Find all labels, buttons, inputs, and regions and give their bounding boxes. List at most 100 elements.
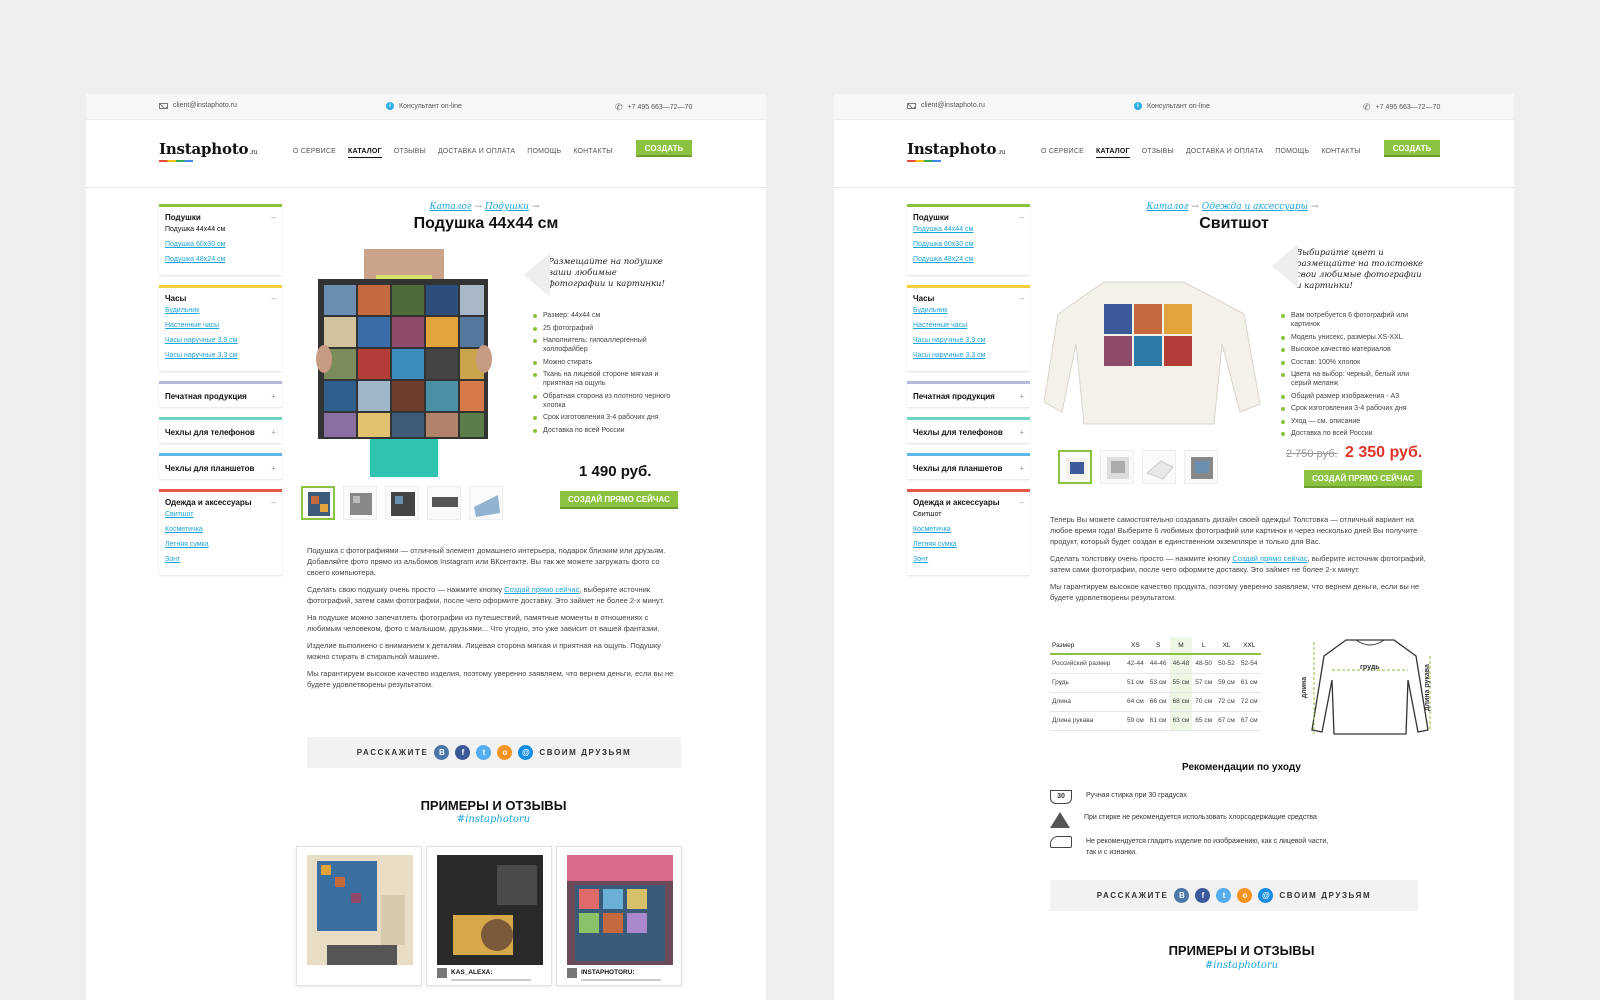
facebook-icon[interactable]: f bbox=[1195, 888, 1211, 903]
examples-hashtag[interactable]: #instaphotoru bbox=[1049, 960, 1434, 971]
sidebar-group-header[interactable]: Подушки – bbox=[913, 213, 1024, 222]
sidebar-item[interactable]: Свитшот bbox=[165, 511, 276, 518]
examples-hashtag[interactable]: #instaphotoru bbox=[301, 814, 686, 825]
create-now-button[interactable]: СОЗДАЙ ПРЯМО СЕЙЧАС bbox=[560, 491, 678, 509]
create-now-button[interactable]: СОЗДАЙ ПРЯМО СЕЙЧАС bbox=[1304, 470, 1422, 488]
collapse-icon[interactable]: – bbox=[272, 294, 276, 303]
expand-icon[interactable]: + bbox=[271, 392, 276, 401]
sidebar-item[interactable]: Зонт bbox=[913, 556, 1024, 563]
sidebar-item[interactable]: Летняя сумка bbox=[913, 541, 1024, 548]
nav-contacts[interactable]: КОНТАКТЫ bbox=[1321, 148, 1360, 158]
sidebar-item[interactable]: Косметичка bbox=[165, 526, 276, 533]
size-table-header[interactable]: L bbox=[1192, 637, 1216, 655]
sidebar-item[interactable]: Подушка 44x44 см bbox=[913, 226, 1024, 233]
nav-help[interactable]: ПОМОЩЬ bbox=[527, 148, 561, 158]
odnoklassniki-icon[interactable]: о bbox=[1237, 888, 1253, 903]
example-card[interactable] bbox=[296, 846, 422, 986]
email-link[interactable]: client@instaphoto.ru bbox=[907, 102, 985, 109]
sidebar-group-tablet-cases[interactable]: Чехлы для планшетов + bbox=[159, 453, 282, 479]
nav-catalog[interactable]: КАТАЛОГ bbox=[1096, 148, 1130, 158]
size-table-header[interactable]: M bbox=[1169, 637, 1193, 655]
sidebar-group-print[interactable]: Печатная продукция + bbox=[159, 381, 282, 407]
expand-icon[interactable]: + bbox=[1019, 464, 1024, 473]
nav-catalog[interactable]: КАТАЛОГ bbox=[348, 148, 382, 158]
example-card[interactable]: KAS_ALEXA: bbox=[426, 846, 552, 986]
logo[interactable]: Instaphoto.ru bbox=[907, 140, 1006, 162]
sidebar-item[interactable]: Настенные часы bbox=[913, 322, 1024, 329]
sidebar-item[interactable]: Подушка 48x24 см bbox=[165, 256, 276, 263]
thumbnail[interactable] bbox=[469, 486, 503, 520]
thumbnail[interactable] bbox=[427, 486, 461, 520]
review-author[interactable]: INSTAPHOTORU: bbox=[567, 968, 635, 978]
twitter-icon[interactable]: t bbox=[476, 745, 492, 760]
facebook-icon[interactable]: f bbox=[455, 745, 471, 760]
thumbnail[interactable] bbox=[385, 486, 419, 520]
nav-reviews[interactable]: ОТЗЫВЫ bbox=[394, 148, 426, 158]
sidebar-item[interactable]: Подушка 44x44 см bbox=[165, 226, 276, 233]
create-now-link[interactable]: Создай прямо сейчас bbox=[504, 585, 579, 594]
sidebar-item[interactable]: Свитшот bbox=[913, 511, 1024, 518]
example-card[interactable]: INSTAPHOTORU: bbox=[556, 846, 682, 986]
collapse-icon[interactable]: – bbox=[1020, 213, 1024, 222]
sidebar-item[interactable]: Подушка 60x30 см bbox=[165, 241, 276, 248]
collapse-icon[interactable]: – bbox=[1020, 294, 1024, 303]
sidebar-item[interactable]: Подушка 48x24 см bbox=[913, 256, 1024, 263]
odnoklassniki-icon[interactable]: о bbox=[497, 745, 513, 760]
sidebar-group-phone-cases[interactable]: Чехлы для телефонов + bbox=[159, 417, 282, 443]
nav-reviews[interactable]: ОТЗЫВЫ bbox=[1142, 148, 1174, 158]
breadcrumb-pillows[interactable]: Подушки bbox=[485, 202, 529, 212]
sidebar-group-header[interactable]: Одежда и аксессуары – bbox=[165, 498, 276, 507]
twitter-icon[interactable]: t bbox=[1216, 888, 1232, 903]
collapse-icon[interactable]: – bbox=[1020, 498, 1024, 507]
sidebar-group-header[interactable]: Часы – bbox=[913, 294, 1024, 303]
sidebar-item[interactable]: Часы наручные 3,3 см bbox=[165, 352, 276, 359]
mailru-icon[interactable]: @ bbox=[1258, 888, 1274, 903]
expand-icon[interactable]: + bbox=[271, 464, 276, 473]
sidebar-item[interactable]: Часы наручные 3,9 см bbox=[913, 337, 1024, 344]
consultant-link[interactable]: i Консультант on-line bbox=[1134, 102, 1210, 110]
size-table-header[interactable]: XS bbox=[1124, 637, 1147, 655]
collapse-icon[interactable]: – bbox=[272, 213, 276, 222]
thumbnail[interactable] bbox=[1100, 450, 1134, 484]
sidebar-group-header[interactable]: Подушки – bbox=[165, 213, 276, 222]
breadcrumb-catalog[interactable]: Каталог bbox=[430, 202, 472, 212]
size-table-header[interactable]: S bbox=[1146, 637, 1170, 655]
sidebar-item[interactable]: Летняя сумка bbox=[165, 541, 276, 548]
email-link[interactable]: client@instaphoto.ru bbox=[159, 102, 237, 109]
expand-icon[interactable]: + bbox=[1019, 428, 1024, 437]
nav-delivery[interactable]: ДОСТАВКА И ОПЛАТА bbox=[438, 148, 515, 158]
mailru-icon[interactable]: @ bbox=[518, 745, 534, 760]
sidebar-group-phone-cases[interactable]: Чехлы для телефонов + bbox=[907, 417, 1030, 443]
sidebar-group-header[interactable]: Одежда и аксессуары – bbox=[913, 498, 1024, 507]
breadcrumb-catalog[interactable]: Каталог bbox=[1146, 202, 1188, 212]
nav-about[interactable]: О СЕРВИСЕ bbox=[293, 148, 336, 158]
nav-about[interactable]: О СЕРВИСЕ bbox=[1041, 148, 1084, 158]
sidebar-item[interactable]: Будильник bbox=[165, 307, 276, 314]
thumbnail[interactable] bbox=[1058, 450, 1092, 484]
sidebar-item[interactable]: Настенные часы bbox=[165, 322, 276, 329]
create-button[interactable]: СОЗДАТЬ bbox=[1384, 140, 1440, 157]
sidebar-group-header[interactable]: Часы – bbox=[165, 294, 276, 303]
consultant-link[interactable]: i Консультант on-line bbox=[386, 102, 462, 110]
vk-icon[interactable]: В bbox=[434, 745, 450, 760]
vk-icon[interactable]: В bbox=[1174, 888, 1190, 903]
sidebar-item[interactable]: Зонт bbox=[165, 556, 276, 563]
expand-icon[interactable]: + bbox=[1019, 392, 1024, 401]
sidebar-group-tablet-cases[interactable]: Чехлы для планшетов + bbox=[907, 453, 1030, 479]
nav-help[interactable]: ПОМОЩЬ bbox=[1275, 148, 1309, 158]
nav-contacts[interactable]: КОНТАКТЫ bbox=[573, 148, 612, 158]
thumbnail[interactable] bbox=[1184, 450, 1218, 484]
expand-icon[interactable]: + bbox=[271, 428, 276, 437]
create-now-link[interactable]: Создай прямо сейчас bbox=[1232, 554, 1307, 563]
thumbnail[interactable] bbox=[301, 486, 335, 520]
collapse-icon[interactable]: – bbox=[272, 498, 276, 507]
sidebar-group-print[interactable]: Печатная продукция + bbox=[907, 381, 1030, 407]
sidebar-item[interactable]: Косметичка bbox=[913, 526, 1024, 533]
size-table-header[interactable]: XXL bbox=[1237, 637, 1261, 655]
sidebar-item[interactable]: Часы наручные 3,9 см bbox=[165, 337, 276, 344]
logo[interactable]: Instaphoto.ru bbox=[159, 140, 258, 162]
create-button[interactable]: СОЗДАТЬ bbox=[636, 140, 692, 157]
thumbnail[interactable] bbox=[343, 486, 377, 520]
nav-delivery[interactable]: ДОСТАВКА И ОПЛАТА bbox=[1186, 148, 1263, 158]
thumbnail[interactable] bbox=[1142, 450, 1176, 484]
